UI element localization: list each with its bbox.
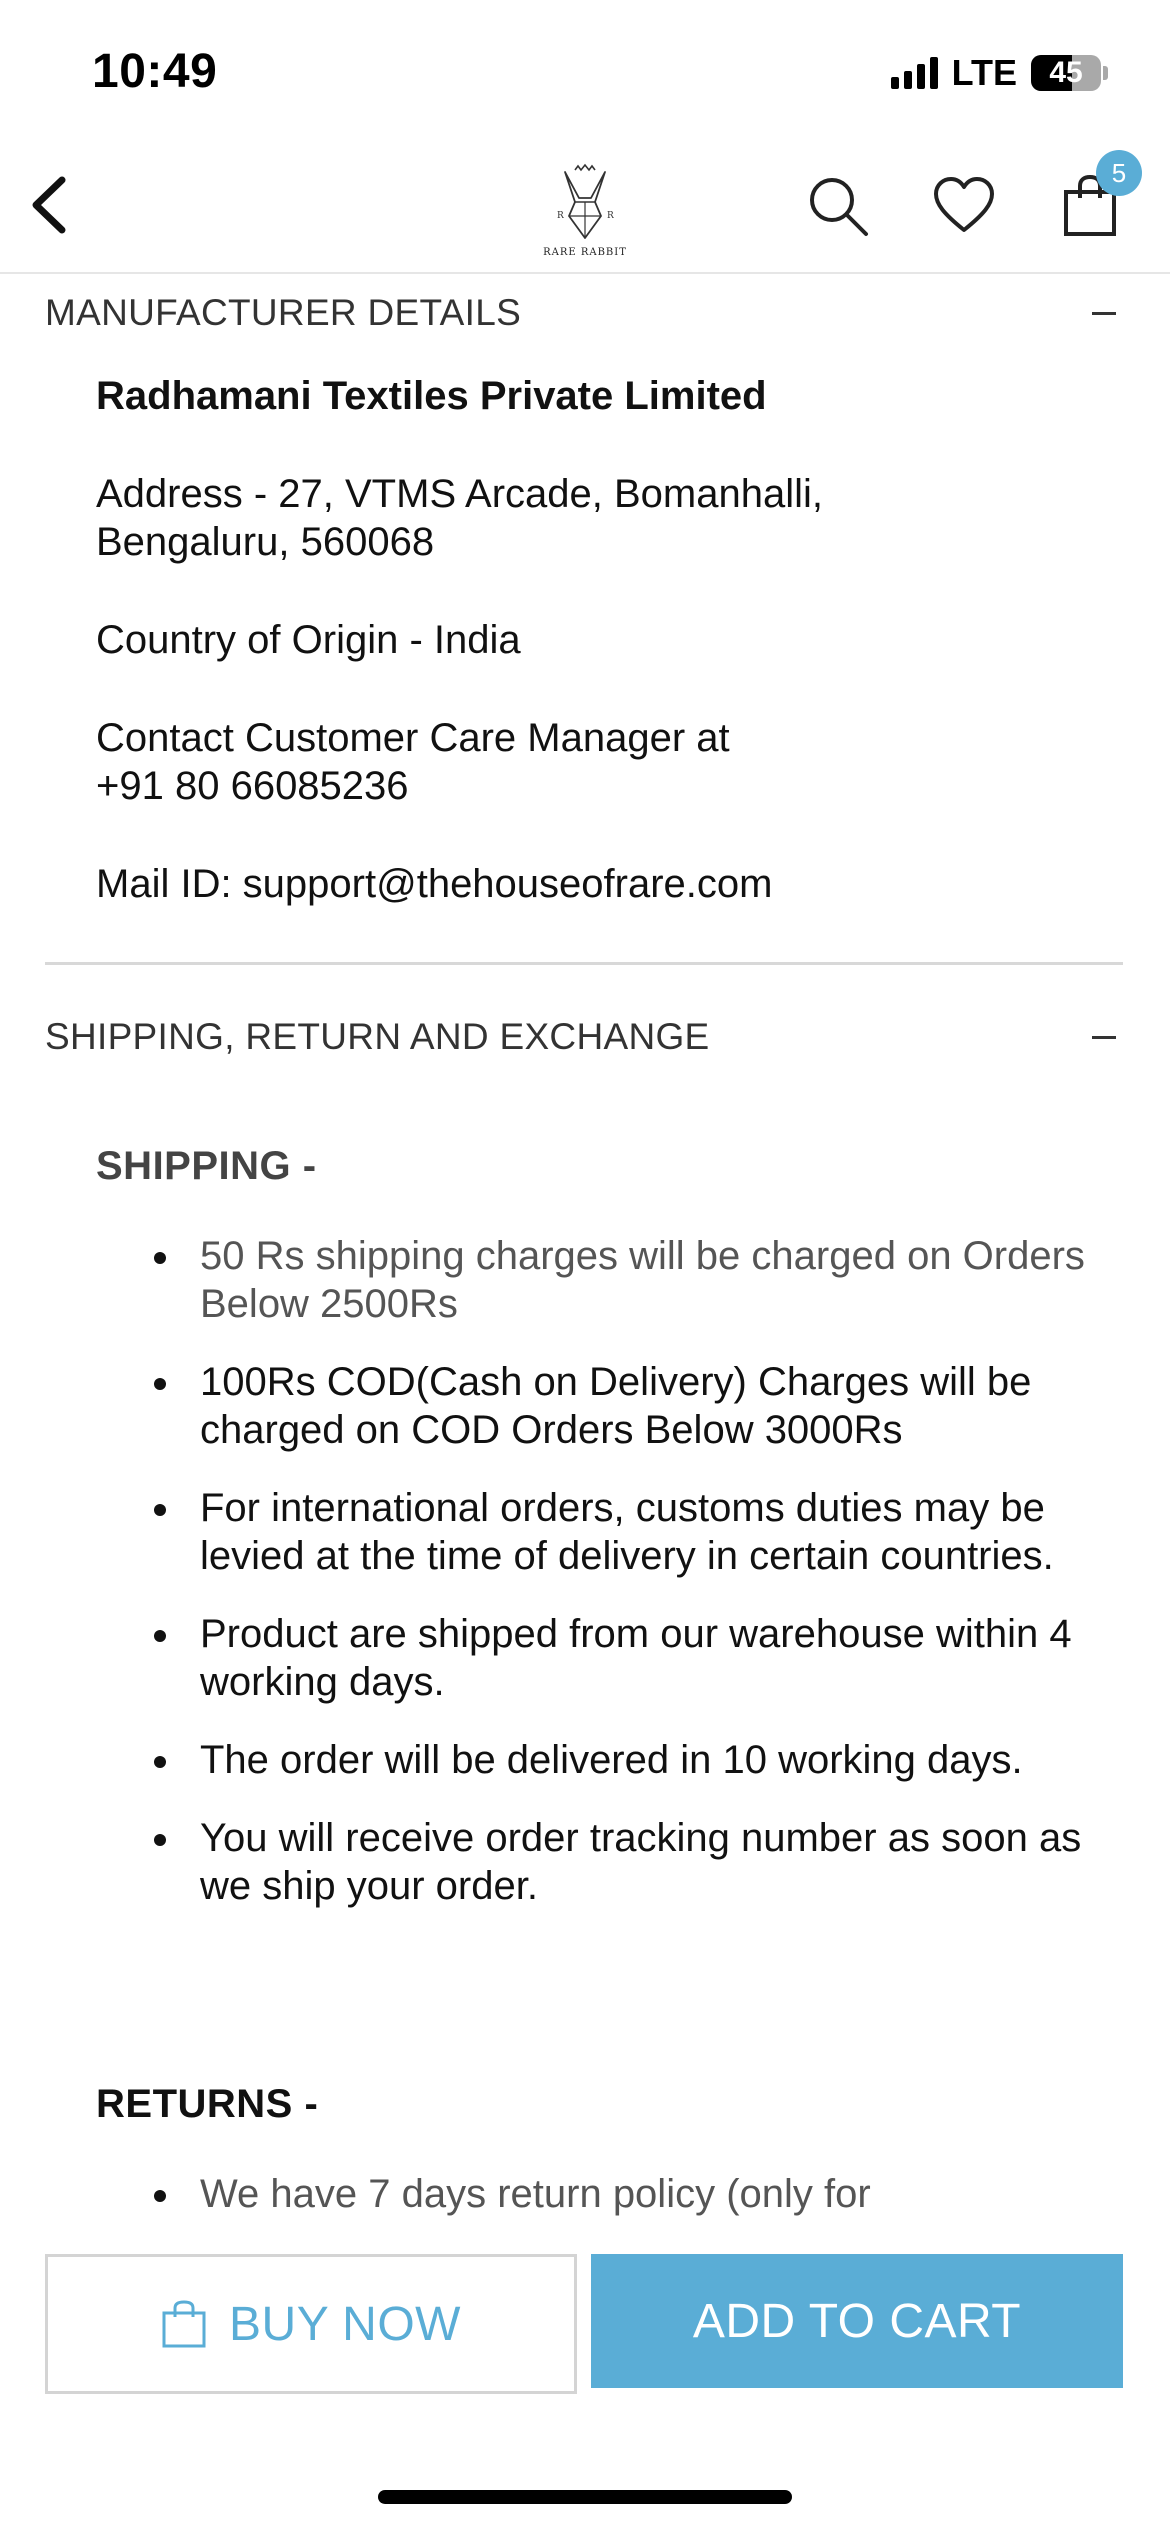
status-time: 10:49: [92, 45, 218, 98]
network-type: LTE: [951, 52, 1017, 93]
list-item: Product are shipped from our warehouse w…: [154, 1610, 1100, 1706]
collapse-minus-icon[interactable]: [1092, 312, 1116, 315]
product-details-content: MANUFACTURER DETAILS Radhamani Textiles …: [0, 276, 1170, 2236]
battery-icon: 45: [1031, 55, 1101, 91]
rabbit-logo-icon: R R: [557, 163, 614, 239]
heart-icon: [934, 177, 994, 232]
shopping-bag-icon: [162, 2300, 206, 2348]
list-item: For international orders, customs duties…: [154, 1484, 1100, 1580]
shipping-list: 50 Rs shipping charges will be charged o…: [154, 1232, 1100, 1940]
status-indicators: LTE 45: [890, 52, 1108, 94]
country-of-origin: Country of Origin - India: [96, 618, 521, 662]
shipping-heading: SHIPPING -: [96, 1144, 317, 1188]
signal-icon: [890, 57, 938, 89]
contact-phone[interactable]: +91 80 66085236: [96, 762, 409, 810]
list-item: We have 7 days return policy (only for: [154, 2170, 1100, 2218]
back-button[interactable]: [20, 170, 90, 240]
list-item: You will receive order tracking number a…: [154, 1814, 1100, 1910]
svg-text:R: R: [557, 211, 564, 221]
wishlist-button[interactable]: [932, 174, 996, 238]
returns-heading: RETURNS -: [96, 2082, 319, 2126]
shipping-section-title[interactable]: SHIPPING, RETURN AND EXCHANGE: [45, 1016, 710, 1058]
list-item: The order will be delivered in 10 workin…: [154, 1736, 1100, 1784]
list-item: 50 Rs shipping charges will be charged o…: [154, 1232, 1100, 1328]
manufacturer-address-line2: Bengaluru, 560068: [96, 520, 435, 564]
battery-level: 45: [1049, 56, 1083, 89]
section-divider: [45, 962, 1123, 965]
add-to-cart-button[interactable]: ADD TO CART: [591, 2254, 1123, 2388]
bottom-action-bar: BUY NOW ADD TO CART: [0, 2236, 1170, 2532]
buy-now-label: BUY NOW: [229, 2297, 461, 2351]
svg-text:R: R: [607, 211, 614, 221]
manufacturer-name: Radhamani Textiles Private Limited: [96, 374, 767, 418]
collapse-minus-icon[interactable]: [1092, 1036, 1116, 1039]
manufacturer-section-title[interactable]: MANUFACTURER DETAILS: [45, 292, 521, 334]
status-bar: 10:49 LTE 45: [0, 0, 1170, 140]
cart-count-badge: 5: [1096, 150, 1142, 196]
search-button[interactable]: [806, 174, 870, 238]
manufacturer-address-line1: Address - 27, VTMS Arcade, Bomanhalli,: [96, 472, 823, 516]
chevron-left-icon: [32, 176, 66, 234]
search-icon: [810, 178, 868, 236]
contact-email[interactable]: Mail ID: support@thehouseofrare.com: [96, 860, 772, 908]
buy-now-button[interactable]: BUY NOW: [45, 2254, 577, 2394]
home-indicator[interactable]: [378, 2490, 792, 2504]
contact-line1: Contact Customer Care Manager at: [96, 716, 730, 760]
returns-list: We have 7 days return policy (only for: [154, 2170, 1100, 2236]
logo-text: RARE RABBIT: [543, 247, 627, 258]
battery-cap: [1103, 66, 1108, 80]
add-to-cart-label: ADD TO CART: [692, 2294, 1022, 2348]
app-header: R R RARE RABBIT: [0, 140, 1170, 274]
brand-logo[interactable]: R R RARE RABBIT: [535, 158, 635, 258]
list-item: 100Rs COD(Cash on Delivery) Charges will…: [154, 1358, 1100, 1454]
